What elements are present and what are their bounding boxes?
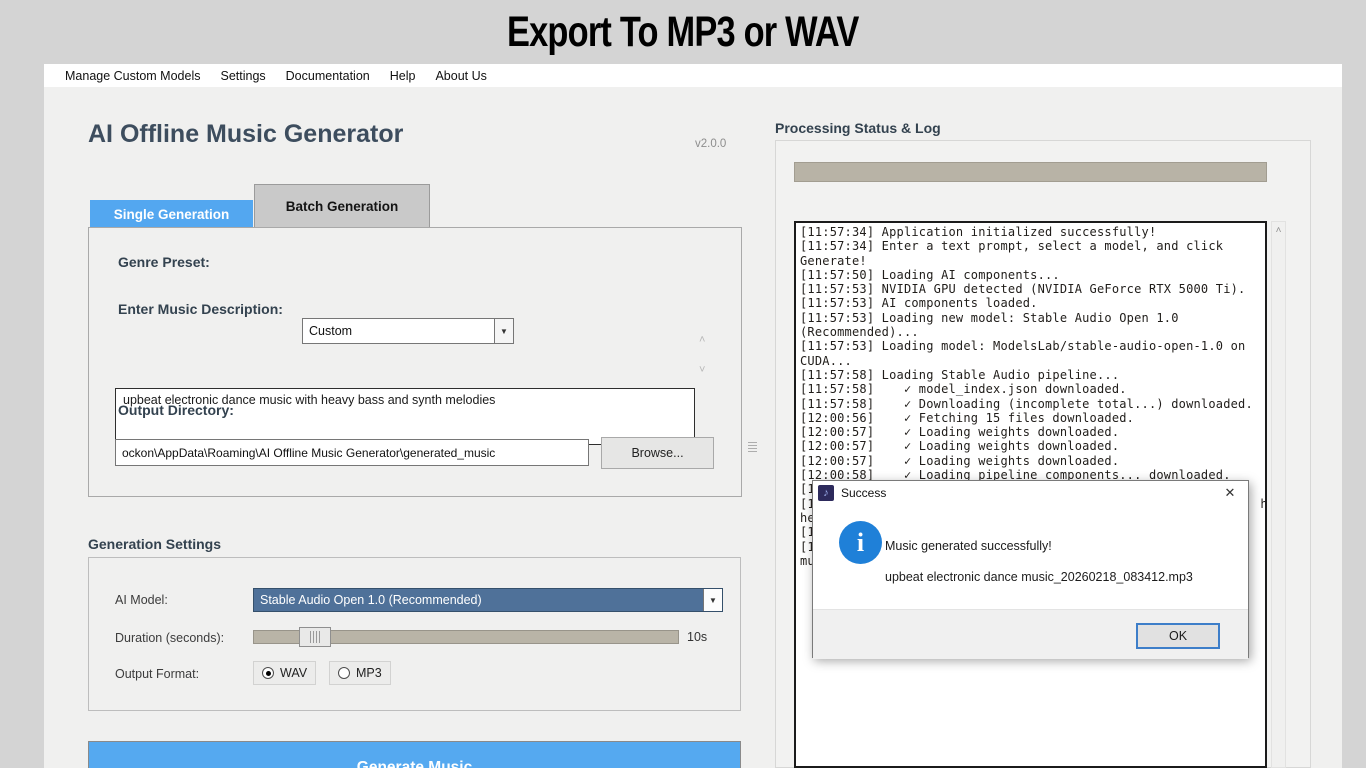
tab-single-generation[interactable]: Single Generation [90, 200, 253, 228]
browse-button[interactable]: Browse... [601, 437, 714, 469]
output-format-label: Output Format: [115, 667, 199, 681]
log-line: Generate! [800, 254, 1261, 268]
panel-sash-grip[interactable] [748, 442, 757, 452]
radio-button-icon[interactable] [262, 667, 274, 679]
tab-batch-generation[interactable]: Batch Generation [254, 184, 430, 228]
menu-item[interactable]: About Us [435, 69, 486, 83]
app-window: Manage Custom Models Settings Documentatio… [44, 64, 1342, 768]
genre-preset-combobox[interactable]: Custom ▼ [302, 318, 514, 344]
ai-model-combobox[interactable]: Stable Audio Open 1.0 (Recommended) ▼ [253, 588, 723, 612]
success-dialog: ♪ Success ✕ i Music generated successful… [812, 480, 1249, 658]
radio-mp3[interactable]: MP3 [329, 661, 391, 685]
dialog-title: Success [841, 486, 886, 500]
app-title: AI Offline Music Generator [88, 120, 403, 149]
generate-music-button[interactable]: Generate Music [88, 741, 741, 768]
duration-label: Duration (seconds): [115, 631, 224, 645]
dialog-filename: upbeat electronic dance music_20260218_0… [885, 570, 1193, 584]
genre-preset-value: Custom [303, 319, 494, 343]
log-line: [11:57:58] ✓ model_index.json downloaded… [800, 382, 1261, 396]
log-line: [11:57:58] ✓ Downloading (incomplete tot… [800, 397, 1261, 411]
log-line: (Recommended)... [800, 325, 1261, 339]
log-line: [12:00:56] ✓ Fetching 15 files downloade… [800, 411, 1261, 425]
screen: Export To MP3 or WAV Manage Custom Model… [0, 0, 1366, 768]
chevron-down-icon[interactable]: ▼ [703, 589, 722, 611]
chevron-down-icon[interactable]: ▼ [494, 319, 513, 343]
ai-model-value: Stable Audio Open 1.0 (Recommended) [254, 589, 703, 611]
log-scrollbar[interactable]: ˄ [1271, 221, 1286, 768]
menu-item[interactable]: Documentation [286, 69, 370, 83]
duration-value: 10s [687, 630, 707, 644]
menu-item[interactable]: Manage Custom Models [65, 69, 200, 83]
radio-button-icon[interactable] [338, 667, 350, 679]
description-label: Enter Music Description: [118, 301, 283, 317]
log-line: [11:57:53] AI components loaded. [800, 296, 1261, 310]
processing-log-heading: Processing Status & Log [775, 120, 941, 136]
ai-model-label: AI Model: [115, 593, 168, 607]
log-line: [11:57:50] Loading AI components... [800, 268, 1261, 282]
music-note-icon: ♪ [818, 485, 834, 501]
duration-slider[interactable] [253, 630, 679, 644]
log-line: [12:00:57] ✓ Loading weights downloaded. [800, 454, 1261, 468]
duration-slider-handle[interactable] [299, 627, 331, 647]
log-line: [11:57:34] Enter a text prompt, select a… [800, 239, 1261, 253]
log-line: [12:00:57] ✓ Loading weights downloaded. [800, 439, 1261, 453]
scroll-down-icon[interactable]: ˅ [699, 364, 705, 376]
radio-wav[interactable]: WAV [253, 661, 316, 685]
radio-wav-label: WAV [280, 666, 307, 680]
menu-bar: Manage Custom Models Settings Documentatio… [44, 64, 1342, 87]
ok-button[interactable]: OK [1136, 623, 1220, 649]
log-line: [11:57:53] Loading model: ModelsLab/stab… [800, 339, 1261, 353]
scroll-up-icon[interactable]: ˄ [699, 334, 705, 346]
dialog-message: Music generated successfully! [885, 539, 1052, 553]
close-icon[interactable]: ✕ [1212, 481, 1248, 505]
app-version: v2.0.0 [695, 138, 726, 150]
genre-preset-label: Genre Preset: [118, 254, 210, 270]
output-directory-input[interactable] [115, 439, 589, 466]
output-directory-label: Output Directory: [118, 402, 234, 418]
menu-item[interactable]: Help [390, 69, 416, 83]
log-line: [11:57:53] NVIDIA GPU detected (NVIDIA G… [800, 282, 1261, 296]
log-line: [11:57:58] Loading Stable Audio pipeline… [800, 368, 1261, 382]
log-line: [11:57:34] Application initialized succe… [800, 225, 1261, 239]
info-icon: i [839, 521, 882, 564]
log-line: CUDA... [800, 354, 1261, 368]
menu-item[interactable]: Settings [220, 69, 265, 83]
progress-bar [794, 162, 1267, 182]
dialog-titlebar[interactable]: ♪ Success ✕ [813, 481, 1248, 505]
page-title: Export To MP3 or WAV [0, 8, 1366, 57]
scroll-up-icon[interactable]: ˄ [1272, 222, 1285, 236]
log-line: [11:57:53] Loading new model: Stable Aud… [800, 311, 1261, 325]
radio-mp3-label: MP3 [356, 666, 382, 680]
generation-settings-heading: Generation Settings [88, 536, 221, 552]
log-line: [12:00:57] ✓ Loading weights downloaded. [800, 425, 1261, 439]
dialog-footer: OK [813, 609, 1248, 659]
